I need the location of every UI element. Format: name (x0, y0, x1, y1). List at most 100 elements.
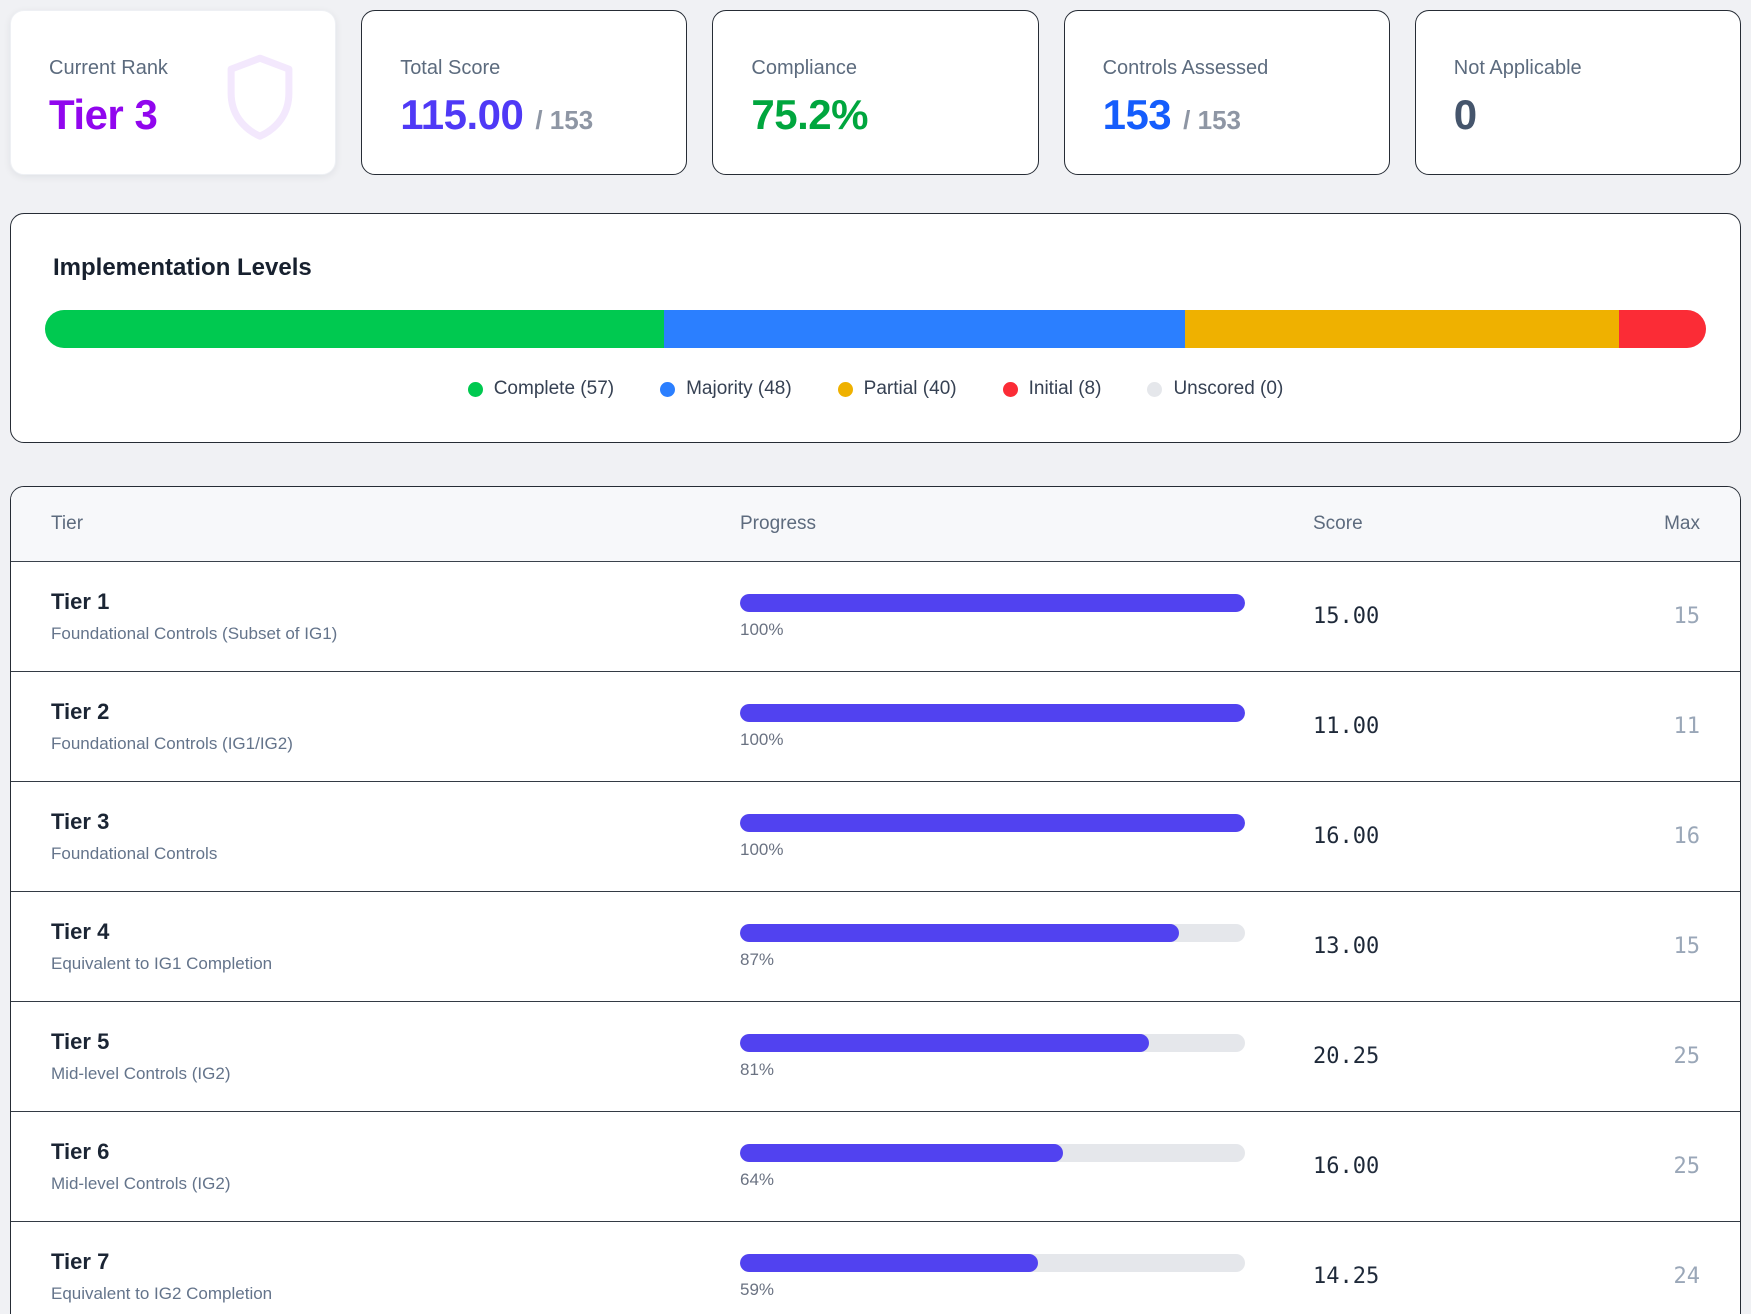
compliance-value: 75.2% (751, 94, 868, 136)
tier-table-body: Tier 1 Foundational Controls (Subset of … (11, 562, 1740, 1314)
progress-bar-fill (740, 814, 1245, 832)
tier-name: Tier 1 (51, 589, 740, 615)
table-row: Tier 5 Mid-level Controls (IG2) 81% 20.2… (11, 1002, 1740, 1112)
column-header-score: Score (1255, 513, 1630, 535)
progress-percent-label: 100% (740, 840, 1245, 860)
progress-bar-track (740, 1144, 1245, 1162)
tier-table-header: Tier Progress Score Max (11, 487, 1740, 562)
tier-cell: Tier 4 Equivalent to IG1 Completion (51, 919, 740, 974)
tier-cell: Tier 3 Foundational Controls (51, 809, 740, 864)
implementation-levels-panel: Implementation Levels Complete (57) Major… (10, 213, 1741, 443)
total-score-max: / 153 (535, 105, 593, 136)
tier-cell: Tier 5 Mid-level Controls (IG2) (51, 1029, 740, 1084)
tier-name: Tier 2 (51, 699, 740, 725)
progress-bar-fill (740, 1144, 1063, 1162)
legend-item-partial: Partial (40) (838, 378, 957, 400)
controls-assessed-value: 153 (1103, 94, 1172, 136)
progress-bar-fill (740, 924, 1179, 942)
current-rank-value: Tier 3 (49, 94, 157, 136)
tier-description: Equivalent to IG2 Completion (51, 1284, 740, 1304)
tier-name: Tier 6 (51, 1139, 740, 1165)
shield-icon (221, 43, 299, 153)
legend-item-initial: Initial (8) (1003, 378, 1102, 400)
tier-cell: Tier 7 Equivalent to IG2 Completion (51, 1249, 740, 1304)
implementation-levels-title: Implementation Levels (53, 254, 1706, 282)
legend-dot-icon (468, 382, 483, 397)
progress-bar-fill (740, 594, 1245, 612)
tier-description: Foundational Controls (Subset of IG1) (51, 624, 740, 644)
table-row: Tier 3 Foundational Controls 100% 16.00 … (11, 782, 1740, 892)
progress-cell: 100% (740, 814, 1255, 860)
summary-card-total-score: Total Score 115.00 / 153 (361, 10, 687, 175)
progress-percent-label: 81% (740, 1060, 1245, 1080)
score-value: 11.00 (1255, 714, 1630, 739)
max-value: 16 (1630, 824, 1700, 849)
implementation-stacked-bar (45, 310, 1706, 348)
score-value: 14.25 (1255, 1264, 1630, 1289)
summary-card-compliance: Compliance 75.2% (712, 10, 1038, 175)
tier-description: Equivalent to IG1 Completion (51, 954, 740, 974)
card-label: Total Score (400, 57, 648, 80)
score-value: 16.00 (1255, 824, 1630, 849)
progress-percent-label: 100% (740, 730, 1245, 750)
score-value: 16.00 (1255, 1154, 1630, 1179)
legend-dot-icon (1003, 382, 1018, 397)
column-header-max: Max (1630, 513, 1700, 535)
max-value: 24 (1630, 1264, 1700, 1289)
progress-bar-track (740, 594, 1245, 612)
summary-card-controls-assessed: Controls Assessed 153 / 153 (1064, 10, 1390, 175)
table-row: Tier 7 Equivalent to IG2 Completion 59% … (11, 1222, 1740, 1314)
implementation-legend: Complete (57) Majority (48) Partial (40) In… (45, 378, 1706, 400)
progress-bar-track (740, 704, 1245, 722)
progress-bar-track (740, 1034, 1245, 1052)
score-value: 20.25 (1255, 1044, 1630, 1069)
table-row: Tier 1 Foundational Controls (Subset of … (11, 562, 1740, 672)
progress-bar-fill (740, 704, 1245, 722)
legend-label: Complete (57) (494, 378, 614, 400)
progress-percent-label: 64% (740, 1170, 1245, 1190)
progress-bar-track (740, 1254, 1245, 1272)
legend-label: Majority (48) (686, 378, 792, 400)
card-label: Compliance (751, 57, 999, 80)
tier-description: Foundational Controls (IG1/IG2) (51, 734, 740, 754)
max-value: 25 (1630, 1044, 1700, 1069)
progress-cell: 81% (740, 1034, 1255, 1080)
progress-cell: 87% (740, 924, 1255, 970)
not-applicable-value: 0 (1454, 94, 1477, 136)
table-row: Tier 6 Mid-level Controls (IG2) 64% 16.0… (11, 1112, 1740, 1222)
table-row: Tier 2 Foundational Controls (IG1/IG2) 1… (11, 672, 1740, 782)
summary-cards: Current Rank Tier 3 Total Score 115.00 /… (10, 10, 1741, 175)
tier-name: Tier 5 (51, 1029, 740, 1055)
legend-label: Unscored (0) (1173, 378, 1283, 400)
segment-partial (1185, 310, 1619, 348)
summary-card-current-rank: Current Rank Tier 3 (10, 10, 336, 175)
tier-name: Tier 4 (51, 919, 740, 945)
legend-dot-icon (1147, 382, 1162, 397)
tier-cell: Tier 1 Foundational Controls (Subset of … (51, 589, 740, 644)
total-score-value: 115.00 (400, 94, 523, 136)
card-label: Controls Assessed (1103, 57, 1351, 80)
controls-assessed-max: / 153 (1183, 105, 1241, 136)
progress-cell: 64% (740, 1144, 1255, 1190)
table-row: Tier 4 Equivalent to IG1 Completion 87% … (11, 892, 1740, 1002)
progress-bar-fill (740, 1254, 1038, 1272)
progress-bar-track (740, 924, 1245, 942)
segment-majority (664, 310, 1185, 348)
segment-initial (1619, 310, 1706, 348)
tier-cell: Tier 2 Foundational Controls (IG1/IG2) (51, 699, 740, 754)
legend-label: Initial (8) (1029, 378, 1102, 400)
progress-percent-label: 100% (740, 620, 1245, 640)
tier-description: Foundational Controls (51, 844, 740, 864)
score-value: 13.00 (1255, 934, 1630, 959)
progress-cell: 100% (740, 594, 1255, 640)
progress-cell: 59% (740, 1254, 1255, 1300)
max-value: 25 (1630, 1154, 1700, 1179)
tier-name: Tier 3 (51, 809, 740, 835)
progress-bar-track (740, 814, 1245, 832)
column-header-progress: Progress (740, 513, 1255, 535)
card-label: Not Applicable (1454, 57, 1702, 80)
tier-description: Mid-level Controls (IG2) (51, 1064, 740, 1084)
max-value: 11 (1630, 714, 1700, 739)
legend-item-complete: Complete (57) (468, 378, 614, 400)
max-value: 15 (1630, 604, 1700, 629)
